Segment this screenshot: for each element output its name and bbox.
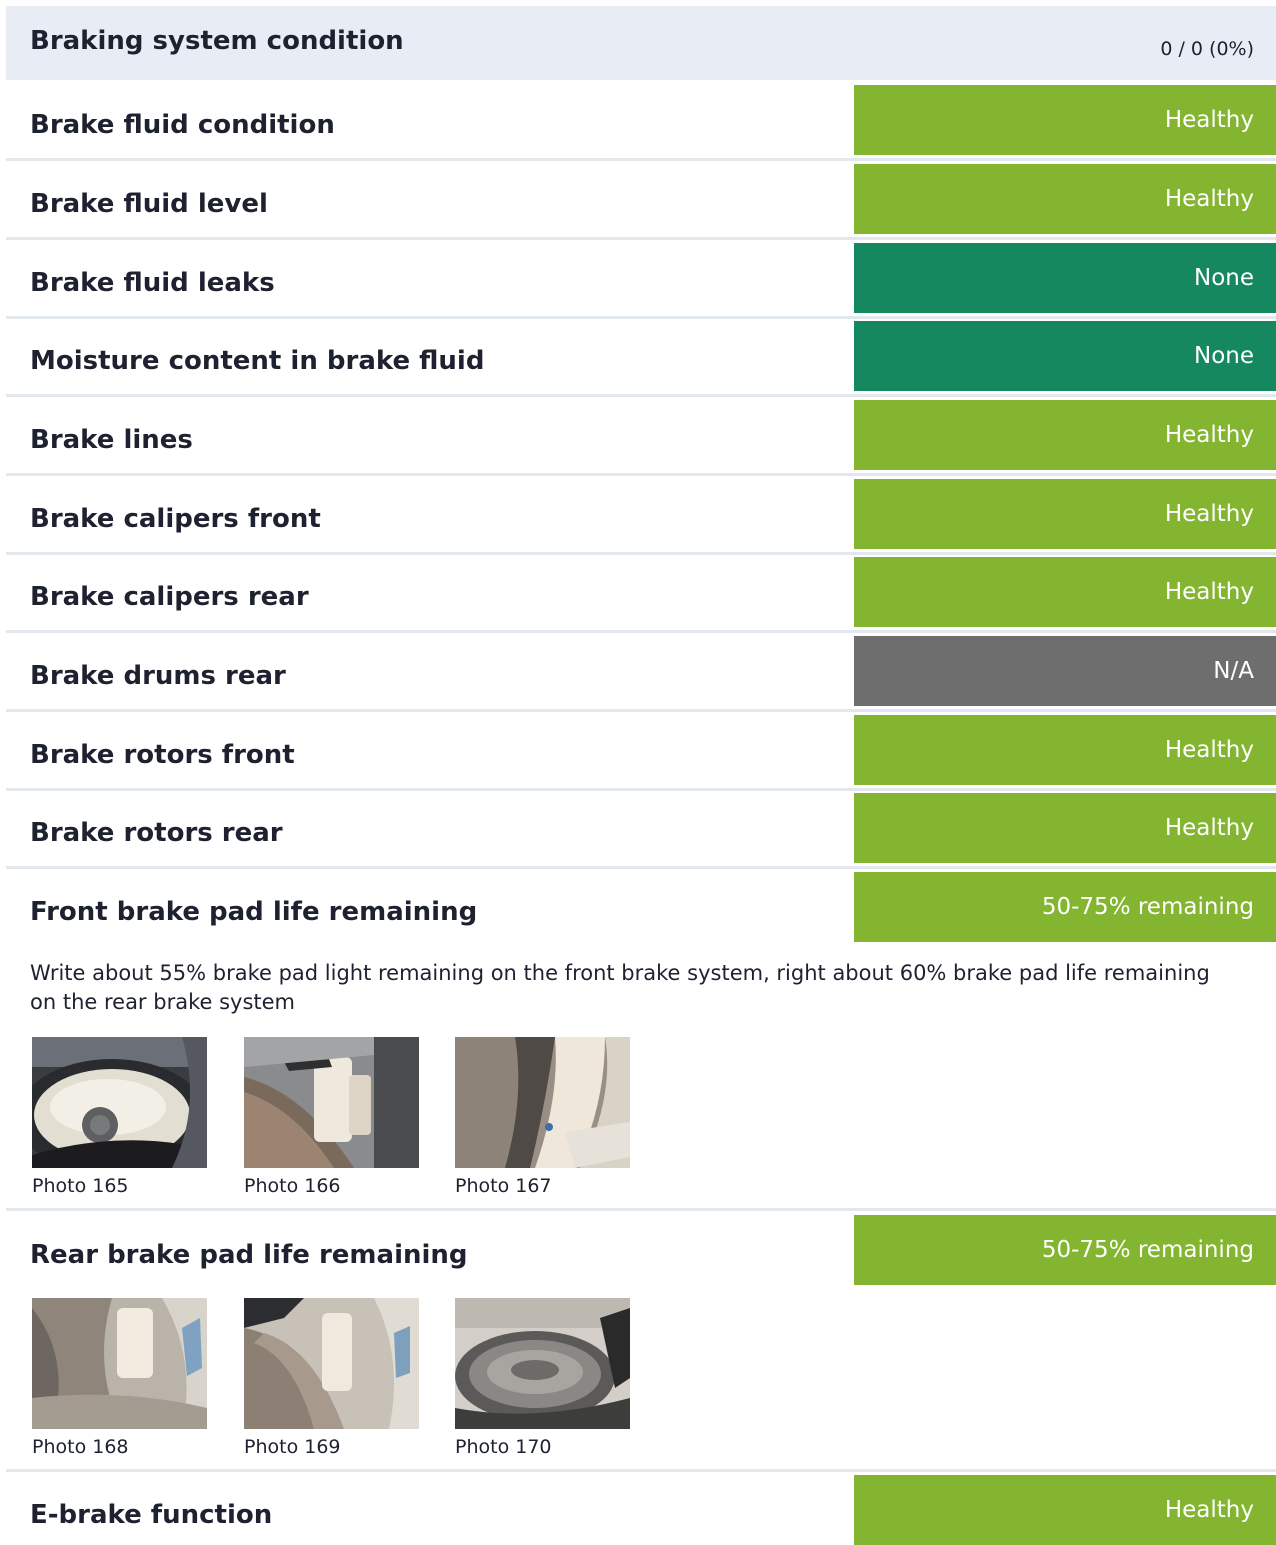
photo-thumbnail[interactable]: Photo 168 — [32, 1298, 207, 1458]
inspection-row-brake-drums-rear: Brake drums rear N/A — [6, 636, 1276, 709]
row-label: Brake rotors rear — [30, 818, 283, 848]
divider — [6, 473, 1276, 476]
inspection-row-brake-fluid-condition: Brake fluid condition Healthy — [6, 85, 1276, 158]
status-badge: Healthy — [854, 164, 1276, 234]
inspection-row-brake-rotors-front: Brake rotors front Healthy — [6, 715, 1276, 788]
status-badge: 50-75% remaining — [854, 1215, 1276, 1285]
inspector-note: Write about 55% brake pad light remainin… — [30, 961, 1210, 1014]
photo-thumbnail[interactable]: Photo 170 — [455, 1298, 630, 1458]
status-badge: Healthy — [854, 85, 1276, 155]
photo-thumbnail[interactable]: Photo 167 — [455, 1037, 630, 1197]
photo-image[interactable] — [244, 1037, 419, 1168]
photo-caption: Photo 166 — [244, 1175, 341, 1197]
divider — [6, 630, 1276, 633]
photo-caption: Photo 168 — [32, 1436, 129, 1458]
divider — [6, 316, 1276, 319]
status-badge: N/A — [854, 636, 1276, 706]
divider — [6, 1469, 1276, 1472]
divider — [6, 1208, 1276, 1211]
status-badge: Healthy — [854, 715, 1276, 785]
row-label: Front brake pad life remaining — [30, 897, 478, 927]
inspection-row-brake-fluid-leaks: Brake fluid leaks None — [6, 243, 1276, 316]
row-label: Brake calipers front — [30, 504, 321, 534]
divider — [6, 394, 1276, 397]
row-label: Moisture content in brake fluid — [30, 346, 485, 376]
inspection-row-e-brake-function: E-brake function Healthy — [6, 1475, 1276, 1545]
status-badge: Healthy — [854, 1475, 1276, 1545]
photo-thumbnail[interactable]: Photo 165 — [32, 1037, 207, 1197]
row-label: Brake fluid leaks — [30, 268, 275, 298]
photo-image[interactable] — [455, 1037, 630, 1168]
photo-image[interactable] — [32, 1298, 207, 1429]
photo-image[interactable] — [244, 1298, 419, 1429]
row-label: Brake drums rear — [30, 661, 286, 691]
status-badge: None — [854, 243, 1276, 313]
inspection-row-moisture-content: Moisture content in brake fluid None — [6, 321, 1276, 394]
divider — [6, 158, 1276, 161]
photo-thumbnail[interactable]: Photo 169 — [244, 1298, 419, 1458]
status-badge: 50-75% remaining — [854, 872, 1276, 942]
photo-image[interactable] — [32, 1037, 207, 1168]
inspection-row-brake-calipers-rear: Brake calipers rear Healthy — [6, 557, 1276, 630]
photo-caption: Photo 165 — [32, 1175, 129, 1197]
row-label: Brake fluid condition — [30, 110, 335, 140]
status-badge: None — [854, 321, 1276, 391]
row-label: E-brake function — [30, 1500, 273, 1530]
photo-caption: Photo 170 — [455, 1436, 552, 1458]
inspection-row-brake-fluid-level: Brake fluid level Healthy — [6, 164, 1276, 237]
row-label: Rear brake pad life remaining — [30, 1240, 468, 1270]
photo-thumbnail[interactable]: Photo 166 — [244, 1037, 419, 1197]
status-badge: Healthy — [854, 793, 1276, 863]
section-title: Braking system condition — [30, 26, 404, 56]
photo-caption: Photo 167 — [455, 1175, 552, 1197]
inspection-row-brake-calipers-front: Brake calipers front Healthy — [6, 479, 1276, 552]
row-label: Brake rotors front — [30, 740, 295, 770]
divider — [6, 552, 1276, 555]
status-badge: Healthy — [854, 479, 1276, 549]
row-label: Brake lines — [30, 425, 193, 455]
status-badge: Healthy — [854, 557, 1276, 627]
divider — [6, 866, 1276, 869]
divider — [6, 237, 1276, 240]
row-label: Brake fluid level — [30, 189, 268, 219]
photo-caption: Photo 169 — [244, 1436, 341, 1458]
divider — [6, 788, 1276, 791]
divider — [6, 709, 1276, 712]
inspection-row-brake-rotors-rear: Brake rotors rear Healthy — [6, 793, 1276, 866]
section-header: Braking system condition 0 / 0 (0%) — [6, 6, 1276, 80]
row-label: Brake calipers rear — [30, 582, 309, 612]
inspection-row-brake-lines: Brake lines Healthy — [6, 400, 1276, 473]
photo-image[interactable] — [455, 1298, 630, 1429]
status-badge: Healthy — [854, 400, 1276, 470]
section-score: 0 / 0 (0%) — [1160, 38, 1254, 60]
